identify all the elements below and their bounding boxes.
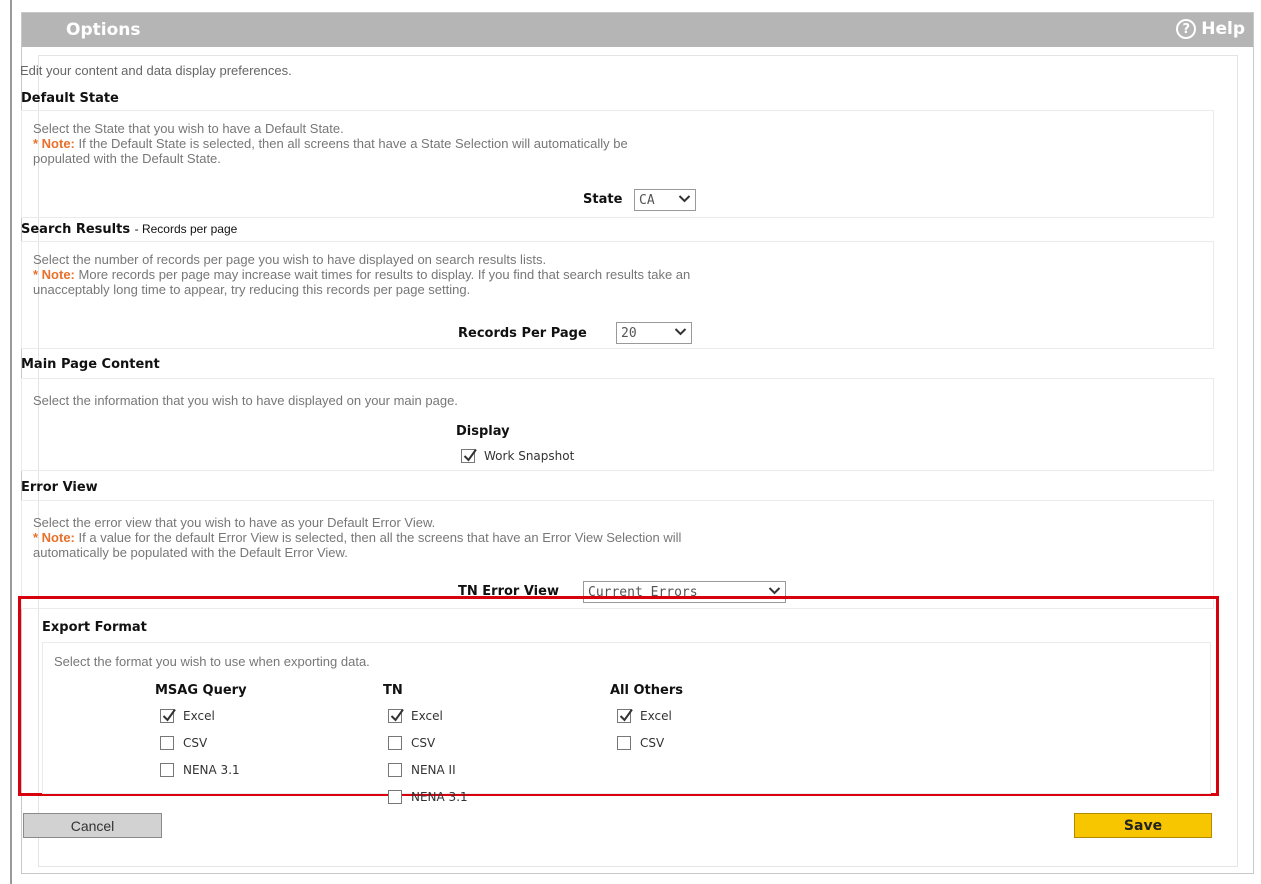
intro-text: Edit your content and data display prefe… [20, 63, 292, 78]
tn-csv-checkbox[interactable] [388, 736, 402, 750]
page-edge-rule [10, 0, 12, 884]
search-results-description: Select the number of records per page yo… [33, 252, 690, 297]
help-label: Help [1201, 19, 1245, 39]
work-snapshot-label: Work Snapshot [484, 449, 575, 463]
msag-query-heading: MSAG Query [155, 683, 247, 698]
work-snapshot-option[interactable]: Work Snapshot [461, 448, 575, 463]
main-page-content-heading: Main Page Content [21, 357, 160, 372]
note-text-cont: unacceptably long time to appear, try re… [33, 282, 471, 297]
search-results-box: Select the number of records per page yo… [21, 241, 1214, 349]
tn-excel-checkbox[interactable] [388, 708, 404, 723]
note-text: More records per page may increase wait … [78, 267, 691, 282]
records-per-page-value: 20 [621, 326, 637, 341]
search-results-heading: Search Results - Records per page [21, 222, 237, 237]
cancel-button[interactable]: Cancel [23, 813, 162, 838]
save-button[interactable]: Save [1074, 813, 1212, 838]
records-per-page-label: Records Per Page [458, 326, 587, 341]
tn-nenaii-option[interactable]: NENA II [388, 763, 456, 777]
msag-csv-checkbox[interactable] [160, 736, 174, 750]
panel-header: Options ? Help [22, 13, 1253, 47]
others-csv-label: CSV [640, 736, 665, 750]
msag-excel-option[interactable]: Excel [160, 708, 215, 723]
search-results-subtitle: - Records per page [134, 222, 238, 236]
error-view-note: * Note: If a value for the default Error… [33, 530, 681, 545]
all-others-heading: All Others [610, 683, 683, 698]
error-view-heading: Error View [21, 480, 98, 495]
msag-nena31-option[interactable]: NENA 3.1 [160, 763, 240, 777]
help-link[interactable]: ? Help [1176, 19, 1245, 39]
state-select-value: CA [639, 193, 655, 208]
search-results-note: * Note: More records per page may increa… [33, 267, 690, 282]
error-view-desc-text: Select the error view that you wish to h… [33, 515, 436, 530]
question-circle-icon: ? [1176, 19, 1197, 39]
chevron-down-icon [678, 195, 691, 203]
note-label: * Note: [33, 530, 75, 545]
msag-nena31-label: NENA 3.1 [183, 763, 240, 777]
default-state-heading: Default State [21, 91, 119, 106]
main-page-content-description: Select the information that you wish to … [33, 393, 458, 408]
msag-csv-option[interactable]: CSV [160, 736, 207, 750]
export-format-description: Select the format you wish to use when e… [54, 654, 370, 669]
checkmark-icon [162, 708, 176, 722]
msag-csv-label: CSV [183, 736, 208, 750]
note-text: If the Default State is selected, then a… [78, 136, 628, 151]
chevron-down-icon [674, 328, 687, 336]
others-excel-label: Excel [640, 709, 672, 723]
note-label: * Note: [33, 136, 75, 151]
note-text-cont: populated with the Default State. [33, 151, 221, 166]
others-excel-option[interactable]: Excel [617, 708, 672, 723]
state-select[interactable]: CA [634, 189, 696, 211]
default-state-desc-text: Select the State that you wish to have a… [33, 121, 344, 136]
others-csv-option[interactable]: CSV [617, 736, 664, 750]
note-text: If a value for the default Error View is… [78, 530, 682, 545]
default-state-description: Select the State that you wish to have a… [33, 121, 628, 166]
checkmark-icon [619, 708, 633, 722]
tn-csv-label: CSV [411, 736, 436, 750]
msag-excel-label: Excel [183, 709, 215, 723]
state-label: State [583, 192, 623, 207]
default-state-note: * Note: If the Default State is selected… [33, 136, 628, 151]
error-view-box: Select the error view that you wish to h… [21, 500, 1214, 609]
display-label: Display [456, 424, 510, 439]
tn-excel-label: Excel [411, 709, 443, 723]
export-format-heading: Export Format [42, 620, 147, 635]
records-per-page-select[interactable]: 20 [616, 322, 692, 344]
msag-nena31-checkbox[interactable] [160, 763, 174, 777]
tn-excel-option[interactable]: Excel [388, 708, 443, 723]
others-excel-checkbox[interactable] [617, 708, 633, 723]
note-label: * Note: [33, 267, 75, 282]
tn-nenaii-label: NENA II [411, 763, 456, 777]
msag-excel-checkbox[interactable] [160, 708, 176, 723]
tn-nena31-label: NENA 3.1 [411, 790, 468, 804]
checkmark-icon [390, 708, 404, 722]
error-view-description: Select the error view that you wish to h… [33, 515, 681, 560]
search-results-title: Search Results [21, 222, 131, 237]
default-state-box: Select the State that you wish to have a… [21, 110, 1214, 218]
search-results-desc-text: Select the number of records per page yo… [33, 252, 547, 267]
others-csv-checkbox[interactable] [617, 736, 631, 750]
tn-csv-option[interactable]: CSV [388, 736, 435, 750]
panel-title: Options [66, 20, 141, 40]
tn-nenaii-checkbox[interactable] [388, 763, 402, 777]
main-page-content-box: Select the information that you wish to … [21, 378, 1214, 471]
tn-heading: TN [383, 683, 403, 698]
tn-nena31-option[interactable]: NENA 3.1 [388, 790, 468, 804]
tn-nena31-checkbox[interactable] [388, 790, 402, 804]
note-text-cont: automatically be populated with the Defa… [33, 545, 348, 560]
checkmark-icon [463, 448, 477, 462]
work-snapshot-checkbox[interactable] [461, 448, 477, 463]
